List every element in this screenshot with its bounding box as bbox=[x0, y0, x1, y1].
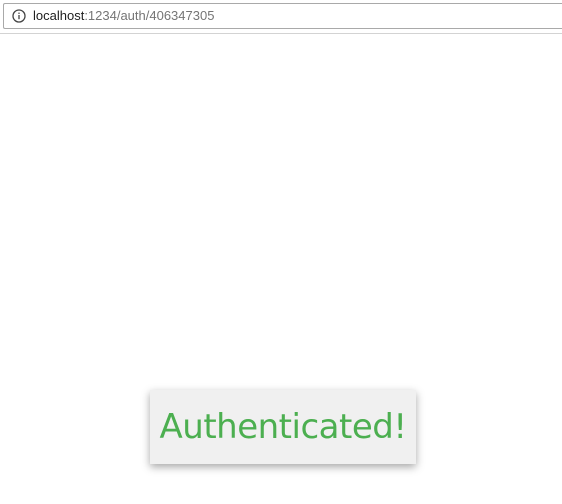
toast-message: Authenticated! bbox=[159, 407, 407, 447]
url-path: :1234/auth/406347305 bbox=[84, 8, 215, 23]
url-text[interactable]: localhost:1234/auth/406347305 bbox=[33, 8, 214, 24]
info-circle-icon[interactable] bbox=[12, 9, 26, 23]
url-host: localhost bbox=[33, 8, 85, 23]
auth-toast: Authenticated! bbox=[150, 390, 416, 464]
browser-address-bar: localhost:1234/auth/406347305 bbox=[0, 0, 562, 34]
url-field[interactable]: localhost:1234/auth/406347305 bbox=[3, 3, 562, 29]
